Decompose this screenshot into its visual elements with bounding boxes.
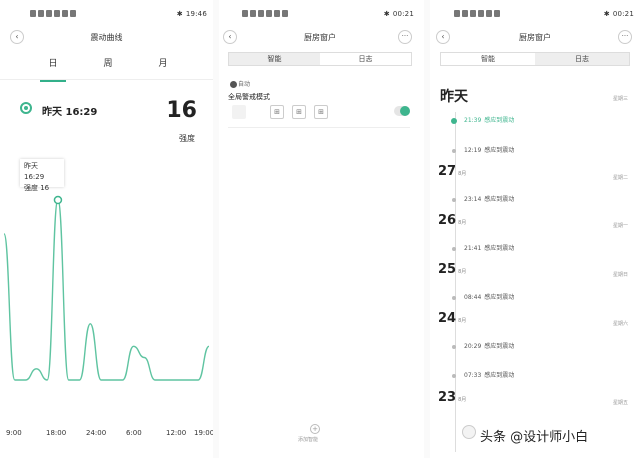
- plug-icon: ⊞: [270, 105, 284, 119]
- log-day: 27 8月: [438, 164, 467, 179]
- log-weekday: 星期一: [612, 223, 628, 229]
- more-options-button[interactable]: ···: [618, 30, 632, 44]
- log-day: 23 8月: [438, 390, 467, 405]
- status-bar: ✱ 00:21: [430, 10, 640, 22]
- log-day: 26 8月: [438, 213, 467, 228]
- top-bar: ‹ 震动曲线: [0, 30, 213, 48]
- tooltip-time: 昨天 16:29: [24, 162, 45, 181]
- series-line: [3, 199, 210, 381]
- tab-smart[interactable]: 智能: [229, 53, 320, 65]
- notification-icons: [242, 10, 288, 17]
- notification-icons: [454, 10, 500, 17]
- log-entry[interactable]: 07:33 感应到震动: [452, 370, 514, 379]
- timeline-dot-icon: [452, 197, 456, 202]
- event-dot-icon: [20, 102, 32, 114]
- status-clock: ✱ 19:46: [176, 10, 207, 18]
- bluetooth-icon: ✱: [176, 10, 183, 18]
- vibration-chart[interactable]: [0, 190, 213, 390]
- x-tick-label: 18:00: [46, 429, 67, 437]
- screen-gap: [213, 0, 219, 458]
- page-title: 厨房窗户: [304, 33, 336, 42]
- more-options-button[interactable]: ···: [398, 30, 412, 44]
- mode-toggle[interactable]: [394, 106, 410, 116]
- page-title: 震动曲线: [90, 33, 123, 42]
- log-screen: ✱ 00:21 ‹ 厨房窗户 ··· 智能 日志 昨天 星期三 21:39 感应到震…: [430, 0, 640, 458]
- log-weekday: 星期六: [612, 321, 628, 327]
- screens-container: ✱ 19:46 ‹ 震动曲线 日 周 月 昨天 16:29 16 强度 昨天 16…: [0, 0, 640, 458]
- segment-tabs: 智能 日志: [228, 52, 412, 66]
- add-smart-button[interactable]: +: [310, 424, 320, 434]
- auto-badge: 自动: [230, 79, 250, 88]
- status-bar: ✱ 00:21: [220, 10, 420, 22]
- tab-week[interactable]: 周: [93, 56, 123, 76]
- tab-divider: [0, 79, 213, 80]
- tab-log[interactable]: 日志: [320, 53, 411, 65]
- log-entry[interactable]: 20:29 感应到震动: [452, 341, 514, 350]
- auto-icon: [230, 81, 237, 88]
- page-title: 厨房窗户: [519, 33, 551, 42]
- period-tabs: 日 周 月: [38, 56, 178, 82]
- x-tick-label: 6:00: [126, 429, 142, 437]
- tab-day[interactable]: 日: [38, 56, 68, 82]
- timeline-dot-icon: [452, 373, 456, 378]
- log-weekday: 星期三: [612, 96, 628, 102]
- timeline-dot-icon: [452, 148, 456, 153]
- timeline-dot-icon: [452, 344, 456, 349]
- log-entry[interactable]: 12:19 感应到震动: [452, 145, 514, 154]
- chart-tooltip: 昨天 16:29 强度 16: [20, 159, 64, 192]
- tab-smart[interactable]: 智能: [441, 53, 535, 65]
- smart-screen: ✱ 00:21 ‹ 厨房窗户 ··· 智能 日志 自动 全局警戒模式 ⊞ ⊞ ⊞ …: [220, 0, 420, 458]
- timeline-dot-icon: [452, 246, 456, 251]
- log-weekday: 星期五: [612, 400, 628, 406]
- status-clock: ✱ 00:21: [383, 10, 414, 18]
- log-weekday: 星期二: [612, 175, 628, 181]
- intensity-value: 16: [166, 98, 197, 123]
- log-day-yesterday: 昨天: [440, 89, 468, 105]
- log-entry[interactable]: 21:39 感应到震动: [451, 115, 514, 124]
- log-day: 25 8月: [438, 262, 467, 277]
- intensity-label: 强度: [179, 134, 195, 143]
- event-time: 昨天 16:29: [42, 107, 98, 118]
- segment-tabs: 智能 日志: [440, 52, 630, 66]
- plug-icon: ⊞: [314, 105, 328, 119]
- top-bar: ‹ 厨房窗户 ···: [430, 30, 640, 48]
- x-tick-label: 24:00: [86, 429, 107, 437]
- timeline-dot-icon: [451, 117, 457, 124]
- tab-log[interactable]: 日志: [535, 53, 629, 65]
- vibration-curve-screen: ✱ 19:46 ‹ 震动曲线 日 周 月 昨天 16:29 16 强度 昨天 16…: [0, 0, 213, 458]
- scene-row[interactable]: ⊞ ⊞ ⊞: [228, 100, 410, 128]
- bluetooth-icon: ✱: [383, 10, 390, 18]
- watermark-avatar-icon: [462, 425, 476, 439]
- x-tick-label: 12:00: [166, 429, 187, 437]
- plug-icon: ⊞: [292, 105, 306, 119]
- status-bar: ✱ 19:46: [0, 10, 213, 22]
- status-clock: ✱ 00:21: [603, 10, 634, 18]
- log-entry[interactable]: 23:14 感应到震动: [452, 194, 514, 203]
- add-smart-label: 添加智能: [298, 437, 319, 443]
- sensor-icon: [232, 105, 246, 119]
- tab-month[interactable]: 月: [148, 56, 178, 76]
- x-axis-labels: 9:00 18:00 24:00 6:00 12:00 19:00: [6, 429, 213, 439]
- peak-marker: [53, 195, 63, 205]
- top-bar: ‹ 厨房窗户 ···: [220, 30, 420, 48]
- notification-icons: [30, 10, 76, 17]
- timeline-dot-icon: [452, 295, 456, 300]
- bluetooth-icon: ✱: [603, 10, 610, 18]
- log-entry[interactable]: 08:44 感应到震动: [452, 292, 514, 301]
- log-weekday: 星期日: [612, 272, 628, 278]
- x-tick-label: 19:00: [194, 429, 213, 437]
- log-entry[interactable]: 21:41 感应到震动: [452, 243, 514, 252]
- x-tick-label: 9:00: [6, 429, 22, 437]
- log-day: 24 8月: [438, 311, 467, 326]
- watermark-text: 头条 @设计师小白: [478, 426, 591, 445]
